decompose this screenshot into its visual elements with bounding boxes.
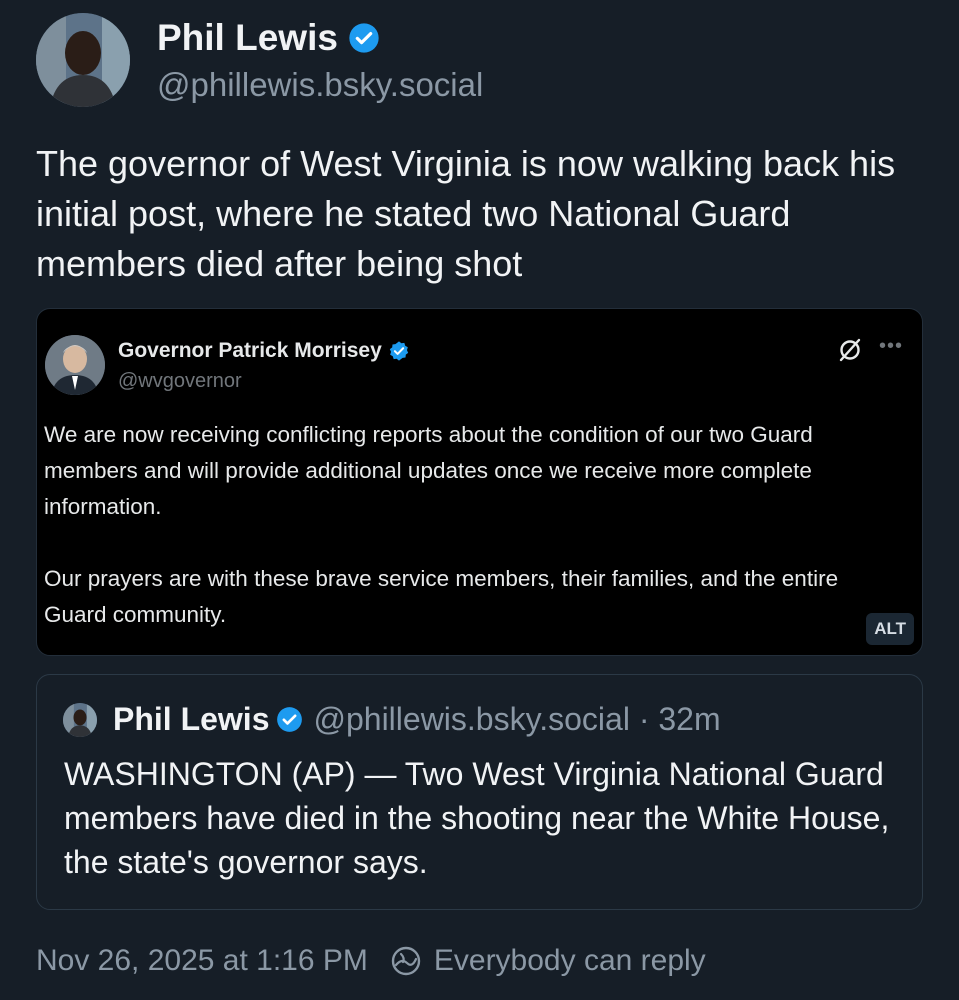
more-options-icon: ••• bbox=[879, 335, 904, 357]
author-avatar-image bbox=[36, 13, 130, 107]
quoted-author-name: Phil Lewis bbox=[113, 701, 270, 737]
governor-avatar bbox=[45, 335, 105, 395]
author-name[interactable]: Phil Lewis bbox=[157, 17, 380, 59]
quoted-author-avatar bbox=[63, 702, 97, 737]
governor-post-paragraph-1: We are now receiving conflicting reports… bbox=[44, 422, 813, 519]
verified-check-icon bbox=[276, 706, 303, 733]
grok-icon bbox=[837, 337, 863, 368]
reply-setting-text[interactable]: Everybody can reply bbox=[434, 944, 706, 978]
embedded-image[interactable]: Governor Patrick Morrisey @wvgovernor ••… bbox=[36, 308, 923, 656]
author-handle[interactable]: @phillewis.bsky.social bbox=[157, 66, 483, 104]
governor-name-text: Governor Patrick Morrisey bbox=[118, 339, 382, 362]
governor-post-text: We are now receiving conflicting reports… bbox=[44, 417, 904, 655]
reply-settings-icon bbox=[390, 945, 422, 977]
quoted-post-card[interactable]: Phil Lewis @phillewis.bsky.social · 32m … bbox=[36, 674, 923, 910]
quoted-author-handle-time: @phillewis.bsky.social · 32m bbox=[313, 701, 721, 737]
quoted-post-text: WASHINGTON (AP) — Two West Virginia Nati… bbox=[64, 756, 890, 880]
post-footer: Nov 26, 2025 at 1:16 PM Everybody can re… bbox=[36, 944, 706, 978]
governor-post-paragraph-2: Our prayers are with these brave service… bbox=[44, 566, 839, 627]
post-text: The governor of West Virginia is now wal… bbox=[36, 143, 896, 284]
author-avatar[interactable] bbox=[36, 13, 130, 107]
governor-name: Governor Patrick Morrisey bbox=[118, 339, 410, 363]
governor-handle: @wvgovernor bbox=[118, 370, 242, 392]
post-timestamp: Nov 26, 2025 at 1:16 PM bbox=[36, 944, 368, 977]
alt-text-badge[interactable]: ALT bbox=[866, 613, 914, 645]
author-name-text: Phil Lewis bbox=[157, 17, 338, 58]
verified-check-icon bbox=[348, 22, 380, 54]
quoted-post-header: Phil Lewis @phillewis.bsky.social · 32m bbox=[63, 701, 721, 738]
verified-check-icon bbox=[388, 340, 410, 362]
